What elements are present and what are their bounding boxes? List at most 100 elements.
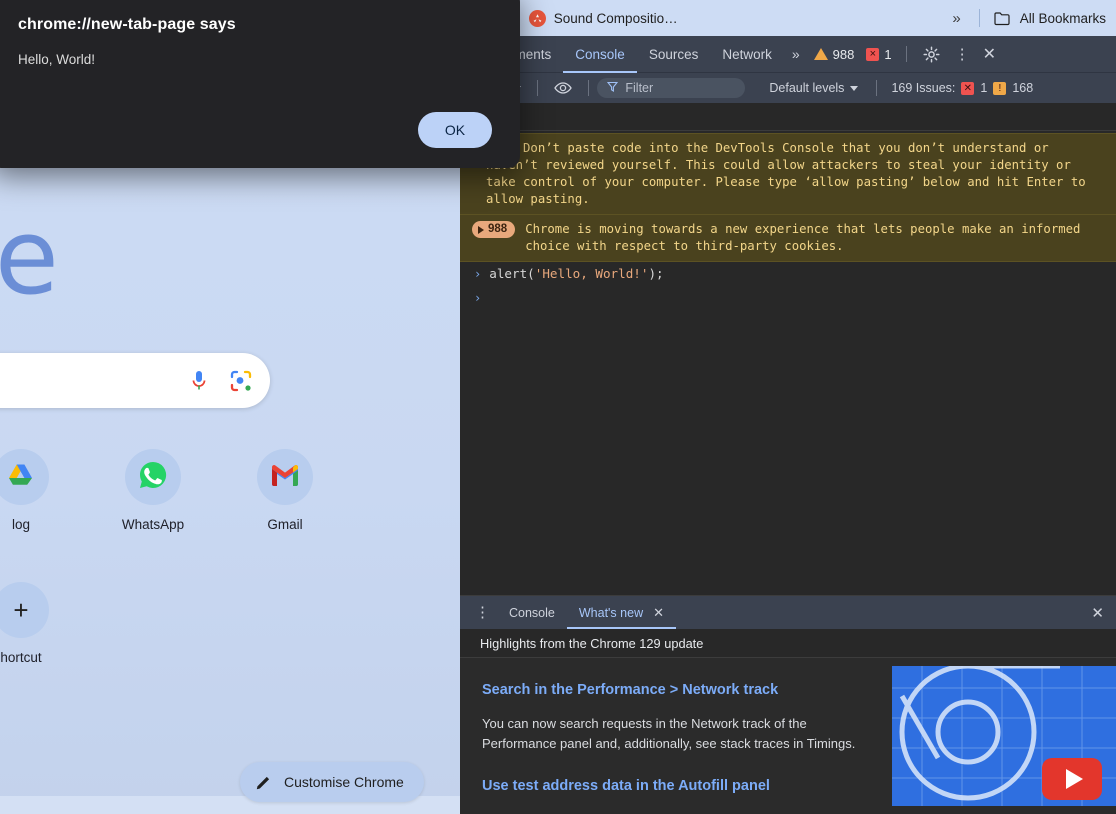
shortcut-label: WhatsApp — [121, 517, 185, 532]
warning-count-badge[interactable]: 988 — [808, 47, 861, 62]
shortcut-icon-circle — [257, 449, 313, 505]
shortcut-label: Gmail — [267, 517, 303, 532]
tab-console[interactable]: Console — [563, 36, 637, 73]
expand-triangle-icon — [478, 225, 484, 234]
command-suffix: ); — [648, 266, 664, 281]
google-logo: gle — [0, 196, 59, 318]
console-input-prompt[interactable]: › — [460, 285, 1116, 309]
play-triangle-icon — [1065, 769, 1083, 789]
whats-new-content: Search in the Performance > Network trac… — [460, 658, 1116, 814]
issues-counter[interactable]: 169 Issues: ✕ 1 ! 168 — [885, 81, 1039, 95]
microphone-icon[interactable] — [190, 369, 208, 393]
console-message-list: ing: Don’t paste code into the DevTools … — [460, 131, 1116, 595]
command-string-literal: 'Hello, World!' — [534, 266, 649, 281]
shortcuts-row: log WhatsApp Gmail — [0, 449, 351, 532]
drawer-close-icon[interactable]: ✕ — [1079, 604, 1116, 622]
shortcut-label: log — [11, 517, 30, 532]
console-group-text: Chrome is moving towards a new experienc… — [525, 222, 1081, 253]
gear-icon[interactable] — [915, 45, 948, 63]
add-shortcut-label: hortcut — [0, 650, 42, 665]
more-tabs-chevron[interactable]: » — [784, 46, 808, 62]
devtools-panel: Elements Console Sources Network » 988 1… — [460, 36, 1116, 814]
filter-placeholder: Filter — [625, 81, 654, 95]
gmail-icon — [270, 463, 300, 491]
console-toolbar-divider-3 — [588, 80, 590, 96]
devtools-close-icon[interactable]: ✕ — [977, 44, 1006, 64]
search-icons — [190, 353, 252, 408]
whats-new-heading: Highlights from the Chrome 129 update — [460, 629, 1116, 658]
google-drive-icon — [8, 463, 34, 492]
whats-new-video-thumbnail[interactable] — [892, 666, 1116, 806]
youtube-play-icon[interactable] — [1042, 758, 1102, 800]
prompt-chevron-icon: › — [474, 291, 482, 305]
chevron-down-icon — [850, 85, 859, 91]
tab-sources[interactable]: Sources — [637, 36, 711, 73]
customise-chrome-label: Customise Chrome — [284, 774, 404, 790]
error-square-icon — [866, 47, 880, 61]
drawer-menu-icon[interactable]: ⋮ — [468, 605, 497, 620]
issue-error-icon: ✕ — [961, 81, 975, 95]
kebab-menu-icon[interactable]: ⋮ — [948, 47, 977, 62]
bookmark-item-sound-composition[interactable]: Sound Compositio… — [521, 6, 686, 31]
tabbar-divider-2 — [905, 46, 907, 62]
shortcut-icon-circle — [125, 449, 181, 505]
all-bookmarks-label: All Bookmarks — [1019, 10, 1106, 26]
console-group-message[interactable]: 988 Chrome is moving towards a new exper… — [460, 215, 1116, 262]
prompt-chevron-icon: › — [474, 267, 482, 281]
drawer-tab-label: What's new — [578, 605, 644, 620]
shortcut-tile[interactable]: WhatsApp — [87, 449, 219, 532]
eye-icon[interactable] — [546, 81, 580, 95]
bookmarks-divider — [978, 9, 980, 27]
shortcut-icon-circle — [0, 449, 49, 505]
issue-warning-count: 168 — [1012, 81, 1034, 95]
bookmarks-overflow: » All Bookmarks — [942, 6, 1116, 31]
console-warning-message: ing: Don’t paste code into the DevTools … — [460, 133, 1116, 215]
plus-icon: + — [13, 595, 29, 625]
tab-network[interactable]: Network — [710, 36, 784, 73]
log-levels-value: Default levels — [769, 81, 845, 95]
shortcut-tile[interactable]: Gmail — [219, 449, 351, 532]
devtools-tabbar: Elements Console Sources Network » 988 1… — [460, 36, 1116, 73]
google-lens-icon[interactable] — [230, 370, 252, 392]
whats-new-entries: Search in the Performance > Network trac… — [482, 680, 882, 814]
search-input[interactable] — [0, 353, 270, 408]
whats-new-entry-title[interactable]: Search in the Performance > Network trac… — [482, 680, 882, 700]
screen: gle — [0, 0, 1116, 814]
filter-input[interactable]: Filter — [597, 78, 746, 98]
issues-label: 169 Issues: — [891, 81, 956, 95]
console-sub-toolbar: n — [460, 103, 1116, 131]
alert-title: chrome://new-tab-page says — [18, 16, 236, 33]
console-group-badge: 988 — [472, 221, 516, 238]
whatsapp-icon — [138, 460, 168, 495]
warning-triangle-icon — [813, 48, 828, 60]
console-toolbar-divider-2 — [537, 80, 539, 96]
folder-icon — [994, 11, 1011, 26]
bookmark-label: Sound Compositio… — [553, 10, 678, 26]
log-levels-select[interactable]: Default levels — [759, 81, 868, 95]
whats-new-entry-body: You can now search requests in the Netwo… — [482, 716, 856, 751]
whats-new-entry-title-2[interactable]: Use test address data in the Autofill pa… — [482, 776, 882, 796]
sound-favicon — [528, 9, 546, 27]
drawer-tab-console[interactable]: Console — [497, 596, 567, 629]
devtools-drawer: ⋮ Console What's new ✕ ✕ Highlights from… — [460, 595, 1116, 814]
shortcut-tile[interactable]: log — [0, 449, 87, 532]
drawer-tab-whats-new[interactable]: What's new ✕ — [567, 596, 676, 629]
issue-warning-icon: ! — [993, 81, 1007, 95]
warning-count-value: 988 — [832, 46, 855, 62]
issue-error-count: 1 — [980, 81, 988, 95]
bookmarks-overflow-chevron[interactable]: » — [942, 6, 970, 31]
add-shortcut-circle: + — [0, 582, 49, 638]
all-bookmarks-button[interactable]: All Bookmarks — [988, 7, 1116, 30]
add-shortcut-button[interactable]: + hortcut — [0, 582, 87, 665]
console-toolbar-divider-4 — [876, 80, 878, 96]
pencil-icon — [256, 774, 272, 790]
error-count-badge[interactable]: 1 — [860, 47, 897, 62]
console-group-count: 988 — [488, 223, 508, 235]
drawer-tab-close-icon[interactable]: ✕ — [653, 605, 664, 621]
customise-chrome-button[interactable]: Customise Chrome — [240, 762, 424, 802]
console-command-text: alert('Hello, World!'); — [489, 266, 663, 281]
console-toolbar: top Filter Default levels — [460, 73, 1116, 103]
alert-ok-button[interactable]: OK — [418, 112, 492, 148]
drawer-tabbar: ⋮ Console What's new ✕ ✕ — [460, 596, 1116, 629]
error-count-value: 1 — [884, 46, 892, 62]
